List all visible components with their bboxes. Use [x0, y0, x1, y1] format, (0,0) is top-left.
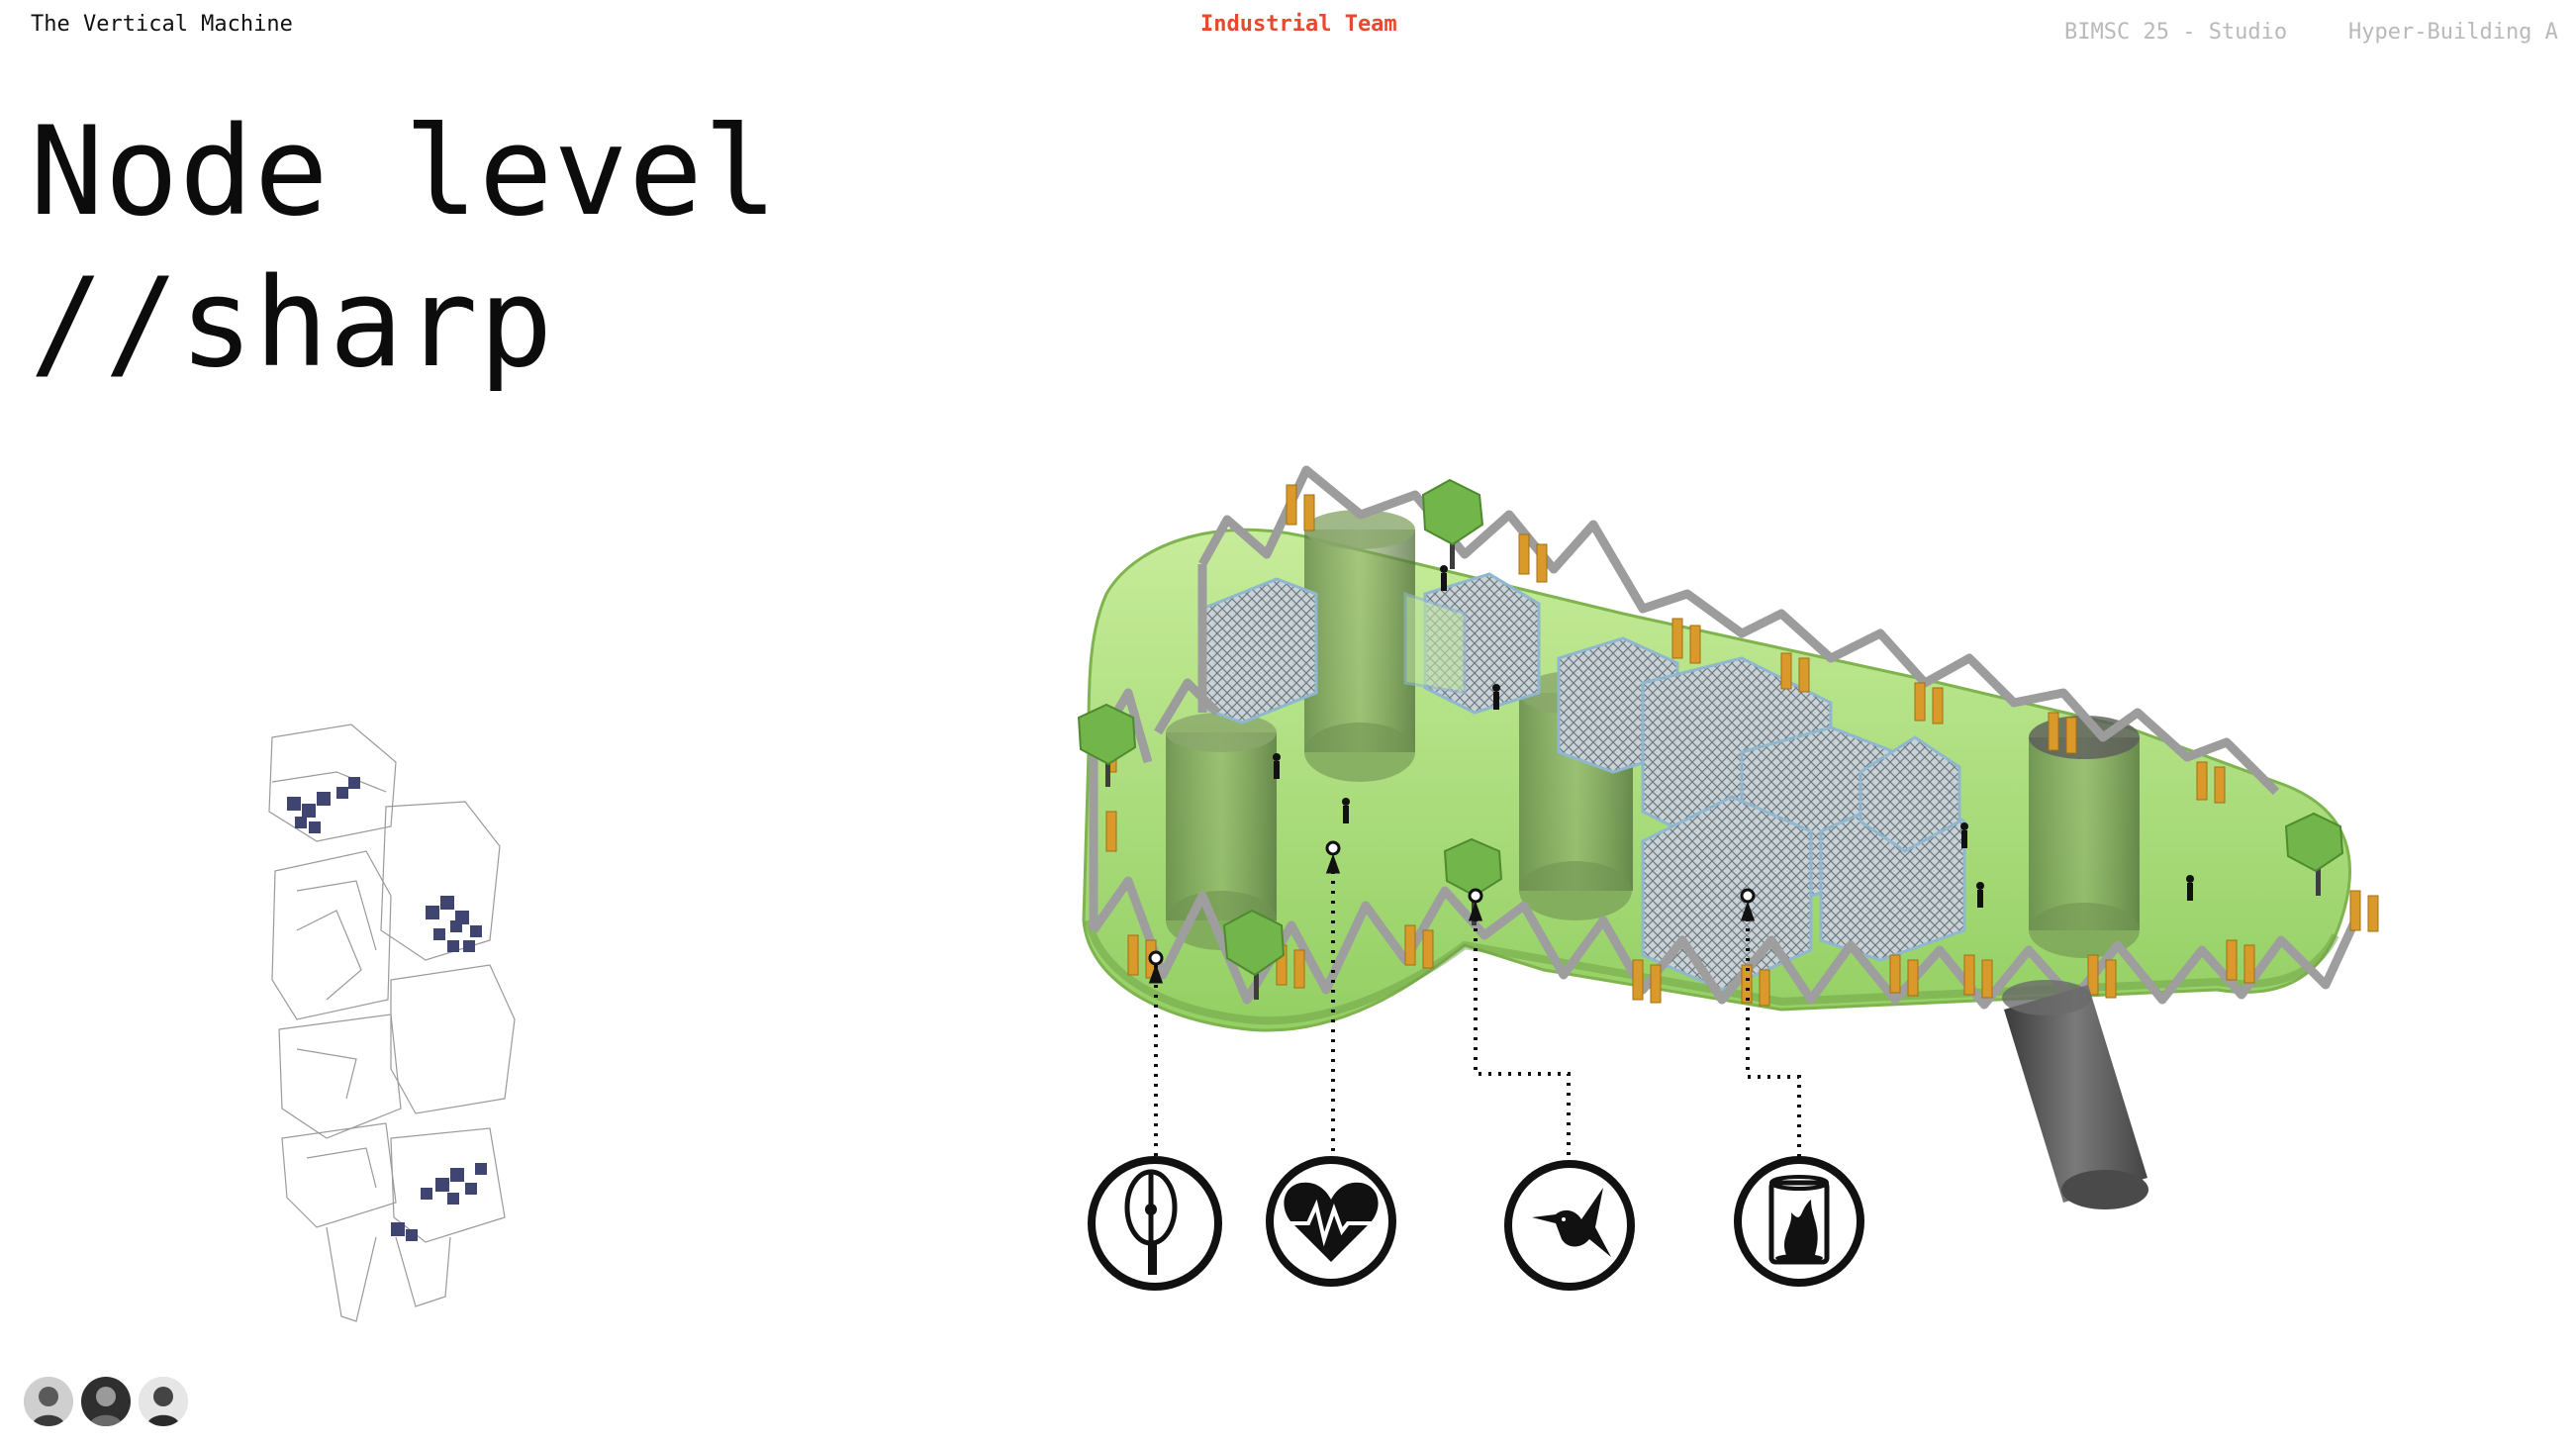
avatar [24, 1377, 73, 1426]
team-avatars [24, 1377, 188, 1426]
building-highlight-modules [287, 777, 487, 1241]
heart-pulse-icon [1266, 1156, 1396, 1287]
avatar [81, 1377, 131, 1426]
wind-turbine-icon [1088, 1156, 1222, 1291]
fire-container-icon [1734, 1156, 1864, 1287]
avatar [139, 1377, 188, 1426]
hummingbird-icon [1504, 1160, 1635, 1291]
structural-core [2002, 980, 2148, 1209]
node-diagram [268, 465, 2379, 1322]
